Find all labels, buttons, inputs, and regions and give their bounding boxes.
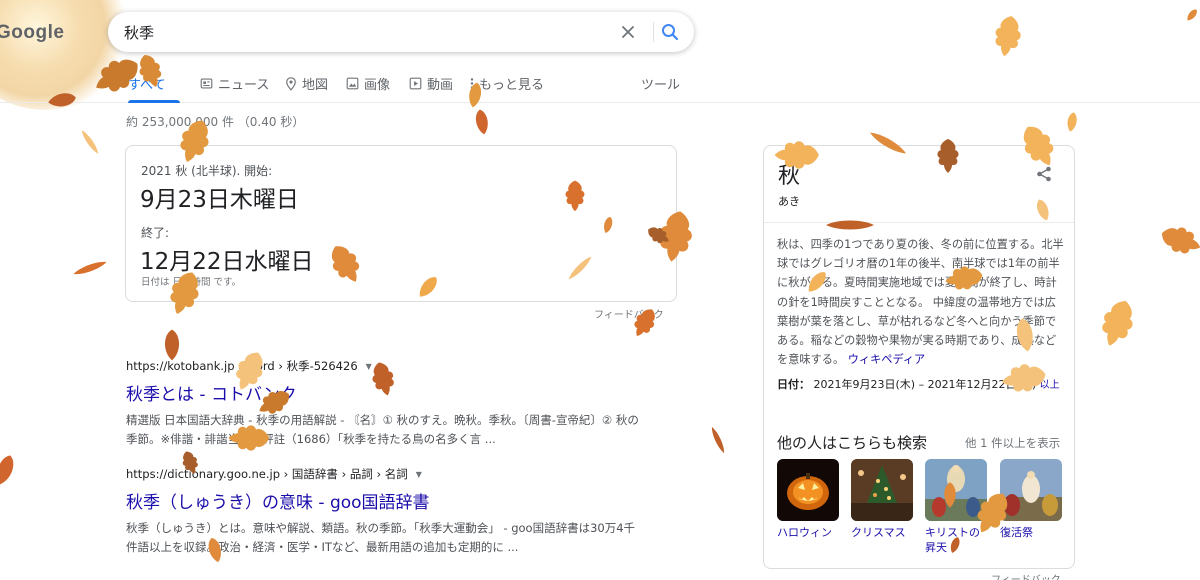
result-url-text: https://dictionary.goo.ne.jp › 国語辞書 › 品詞… [126, 467, 408, 481]
result-url[interactable]: https://kotobank.jp › word › 秋季-526426 ▼ [126, 358, 646, 374]
wikipedia-link[interactable]: ウィキペディア [848, 353, 926, 366]
leaf [1065, 111, 1079, 133]
related-item-label: クリスマス [851, 526, 906, 539]
related-searches-heading: 他の人はこちらも検索 [777, 434, 928, 452]
end-date: 12月22日水曜日 [140, 249, 314, 275]
share-button[interactable] [1034, 164, 1054, 184]
tab-tools[interactable]: ツール [641, 74, 680, 93]
related-item-label: キリストの昇天 [925, 526, 980, 554]
tab-all[interactable]: すべて [128, 74, 166, 93]
kp-date-row: 日付： 2021年9月23日(木) – 2021年12月22日(水) 以上 [777, 375, 1067, 396]
kp-date-more-link[interactable]: 以上 [1040, 380, 1060, 391]
tab-more[interactable]: もっと見る [470, 74, 544, 93]
feedback-link[interactable]: フィードバック [594, 306, 664, 321]
leaf [164, 329, 180, 361]
related-item-label: 復活祭 [1000, 526, 1033, 539]
tab-images[interactable]: 画像 [346, 74, 390, 93]
kp-title: 秋 [778, 164, 801, 189]
leaf [474, 108, 490, 136]
tab-more-label: もっと見る [479, 78, 545, 93]
tab-videos[interactable]: 動画 [409, 74, 453, 93]
season-answer-card: 2021 秋 (北半球). 開始: 9月23日木曜日 終了: 12月22日水曜日… [125, 145, 677, 302]
related-item-easter[interactable]: 復活祭 [1000, 459, 1062, 540]
logo-text: Google [0, 22, 65, 43]
search-result: https://dictionary.goo.ne.jp › 国語辞書 › 品詞… [126, 466, 646, 557]
search-button[interactable] [658, 20, 682, 44]
easter-thumbnail [1000, 459, 1062, 521]
knowledge-panel: 秋 あき 秋は、四季の1つであり夏の後、冬の前に位置する。北半球ではグレゴリオ暦… [763, 145, 1075, 569]
leaf [1185, 7, 1199, 23]
christmas-thumbnail [851, 459, 913, 521]
more-vert-icon [470, 78, 474, 89]
tab-videos-label: 動画 [427, 78, 454, 93]
pumpkin-image [777, 459, 839, 521]
ascension-thumbnail [925, 459, 987, 521]
kp-date-value: 2021年9月23日(木) – 2021年12月22日(水) [813, 378, 1037, 391]
season-title: 2021 秋 (北半球). 開始: [141, 164, 273, 178]
video-icon [409, 77, 422, 90]
related-item-label: ハロウィン [777, 526, 832, 539]
search-result: https://kotobank.jp › word › 秋季-526426 ▼… [126, 358, 646, 449]
leaf [1095, 295, 1140, 351]
painting-image [1000, 459, 1062, 521]
search-tabs: すべて ニュース 地図 画像 動画 もっと見る ツール [0, 60, 1200, 103]
leaf [991, 13, 1024, 59]
related-item-christmas[interactable]: クリスマス [851, 459, 913, 540]
share-icon [1037, 166, 1051, 182]
painting-image [925, 459, 987, 521]
active-tab-indicator [128, 100, 180, 103]
news-icon [200, 78, 213, 89]
kp-description: 秋は、四季の1つであり夏の後、冬の前に位置する。北半球ではグレゴリオ暦の1年の後… [777, 235, 1065, 369]
kp-reading: あき [778, 195, 800, 208]
image-icon [346, 77, 359, 90]
search-icon [662, 24, 679, 41]
search-divider [653, 22, 654, 42]
leaf [72, 258, 108, 278]
leaf [0, 453, 17, 487]
result-title-link[interactable]: 秋季（しゅうき）の意味 - goo国語辞書 [126, 488, 646, 513]
result-stats: 約 253,000,000 件 （0.40 秒） [126, 115, 305, 129]
result-url[interactable]: https://dictionary.goo.ne.jp › 国語辞書 › 品詞… [126, 466, 646, 482]
chevron-down-icon[interactable]: ▼ [366, 362, 372, 371]
result-url-text: https://kotobank.jp › word › 秋季-526426 [126, 359, 358, 373]
tab-images-label: 画像 [364, 78, 391, 93]
map-pin-icon [286, 76, 296, 91]
kp-description-text: 秋は、四季の1つであり夏の後、冬の前に位置する。北半球ではグレゴリオ暦の1年の後… [777, 238, 1064, 367]
tab-all-label: すべて [128, 78, 166, 93]
timezone-note: 日付は 日本時間 です。 [141, 277, 242, 288]
divider [764, 222, 1074, 223]
end-label: 終了: [141, 226, 170, 240]
tab-news[interactable]: ニュース [200, 74, 269, 93]
related-item-ascension[interactable]: キリストの昇天 [925, 459, 987, 555]
start-date: 9月23日木曜日 [140, 187, 299, 213]
tab-news-label: ニュース [218, 78, 270, 93]
tab-maps[interactable]: 地図 [285, 74, 328, 93]
close-icon [622, 26, 634, 38]
related-item-halloween[interactable]: ハロウィン [777, 459, 839, 540]
search-input[interactable] [124, 12, 594, 52]
leaf [709, 425, 727, 455]
feedback-link[interactable]: フィードバック [991, 571, 1061, 580]
christmas-tree-image [851, 459, 913, 521]
chevron-down-icon[interactable]: ▼ [416, 470, 422, 479]
tab-tools-label: ツール [641, 78, 681, 93]
tab-maps-label: 地図 [302, 78, 329, 93]
halloween-thumbnail [777, 459, 839, 521]
clear-search-button[interactable] [616, 20, 640, 44]
leaf [1157, 221, 1200, 260]
result-title-link[interactable]: 秋季とは - コトバンク [126, 380, 646, 405]
leaf [79, 128, 101, 156]
result-snippet: 精選版 日本国語大辞典 - 秋季の用語解説 - 〘名〙① 秋のすえ。晩秋。季秋。… [126, 413, 639, 446]
related-more-link[interactable]: 他 1 件以上を表示 [965, 435, 1060, 451]
kp-date-label: 日付： [777, 378, 810, 391]
result-snippet: 秋季（しゅうき）とは。意味や解説、類語。秋の季節。「秋季大運動会」 - goo国… [126, 521, 636, 554]
search-box [108, 12, 694, 52]
